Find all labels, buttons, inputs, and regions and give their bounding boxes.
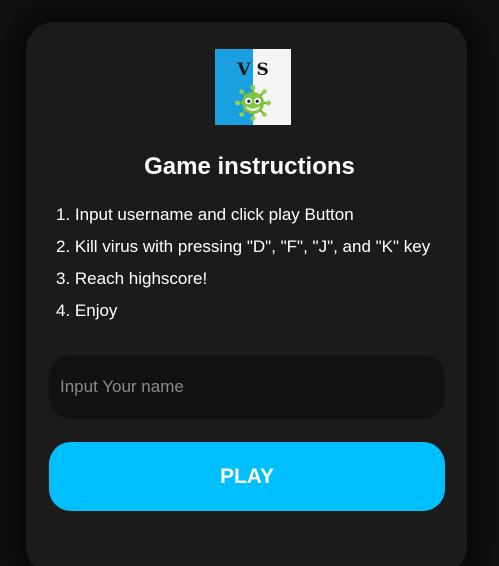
- instructions-list: 1. Input username and click play Button …: [56, 200, 430, 328]
- instruction-item: 1. Input username and click play Button: [56, 205, 354, 224]
- game-logo: VS: [215, 49, 291, 125]
- game-start-screen: VS Game instructions 1. Input username a…: [0, 0, 499, 566]
- instruction-item: 3. Reach highscore!: [56, 269, 208, 288]
- page-title: Game instructions: [144, 153, 355, 180]
- instruction-item: 2. Kill virus with pressing "D", "F", "J…: [56, 237, 431, 256]
- username-input[interactable]: [49, 355, 445, 419]
- logo-text: VS: [237, 60, 275, 80]
- virus-icon: [235, 85, 271, 121]
- instruction-item: 4. Enjoy: [56, 301, 118, 320]
- play-button[interactable]: PLAY: [49, 442, 445, 511]
